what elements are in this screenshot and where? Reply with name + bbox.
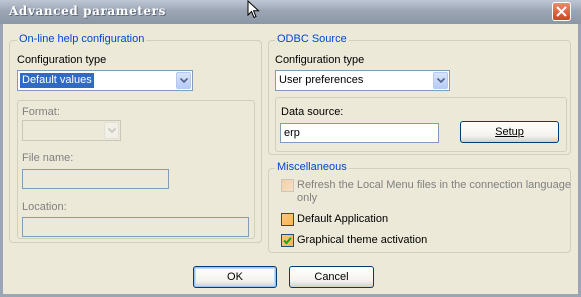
location-input[interactable] xyxy=(22,217,249,237)
help-config-type-label: Configuration type xyxy=(17,54,107,66)
odbc-group-label: ODBC Source xyxy=(275,33,349,46)
help-config-dropdown-button[interactable] xyxy=(176,72,191,89)
chevron-down-icon xyxy=(180,78,188,83)
window-title: Advanced parameters xyxy=(9,4,166,18)
default-application-label: Default Application xyxy=(297,213,389,225)
data-source-input[interactable]: erp xyxy=(280,123,439,143)
location-label: Location: xyxy=(22,201,67,213)
refresh-local-menu-label-line2: only xyxy=(297,192,318,204)
file-name-input[interactable] xyxy=(22,169,169,189)
graphical-theme-checkbox[interactable] xyxy=(281,234,294,247)
odbc-config-dropdown-button[interactable] xyxy=(433,72,448,89)
format-select[interactable] xyxy=(22,120,121,141)
chevron-down-icon xyxy=(437,78,445,83)
mouse-cursor-icon xyxy=(247,0,260,22)
setup-button-label: Setup xyxy=(495,126,524,138)
odbc-config-type-select[interactable]: User preferences xyxy=(275,70,450,91)
checkmark-icon xyxy=(283,237,292,245)
odbc-config-type-label: Configuration type xyxy=(275,54,365,66)
ok-button[interactable]: OK xyxy=(193,266,277,288)
refresh-local-menu-label-line1: Refresh the Local Menu files in the conn… xyxy=(297,179,571,191)
default-application-checkbox[interactable] xyxy=(281,213,294,226)
online-help-group-label: On-line help configuration xyxy=(17,33,147,46)
cancel-button-label: Cancel xyxy=(314,271,349,283)
title-bar[interactable]: Advanced parameters xyxy=(0,0,581,24)
close-button[interactable] xyxy=(552,2,571,21)
help-config-type-value: Default values xyxy=(20,73,94,88)
data-source-value: erp xyxy=(284,127,300,139)
file-name-label: File name: xyxy=(22,152,74,164)
refresh-local-menu-checkbox[interactable] xyxy=(281,179,294,192)
close-icon xyxy=(556,6,567,17)
setup-button[interactable]: Setup xyxy=(460,121,559,143)
data-source-label: Data source: xyxy=(281,106,344,118)
misc-group-label: Miscellaneous xyxy=(275,161,349,174)
odbc-config-type-value: User preferences xyxy=(279,74,364,86)
help-config-type-select[interactable]: Default values xyxy=(17,70,193,91)
format-dropdown-button[interactable] xyxy=(104,122,119,139)
ok-button-label: OK xyxy=(227,271,243,283)
format-label: Format: xyxy=(22,106,60,118)
cancel-button[interactable]: Cancel xyxy=(289,266,374,288)
chevron-down-icon xyxy=(108,128,116,133)
graphical-theme-label: Graphical theme activation xyxy=(297,234,428,246)
